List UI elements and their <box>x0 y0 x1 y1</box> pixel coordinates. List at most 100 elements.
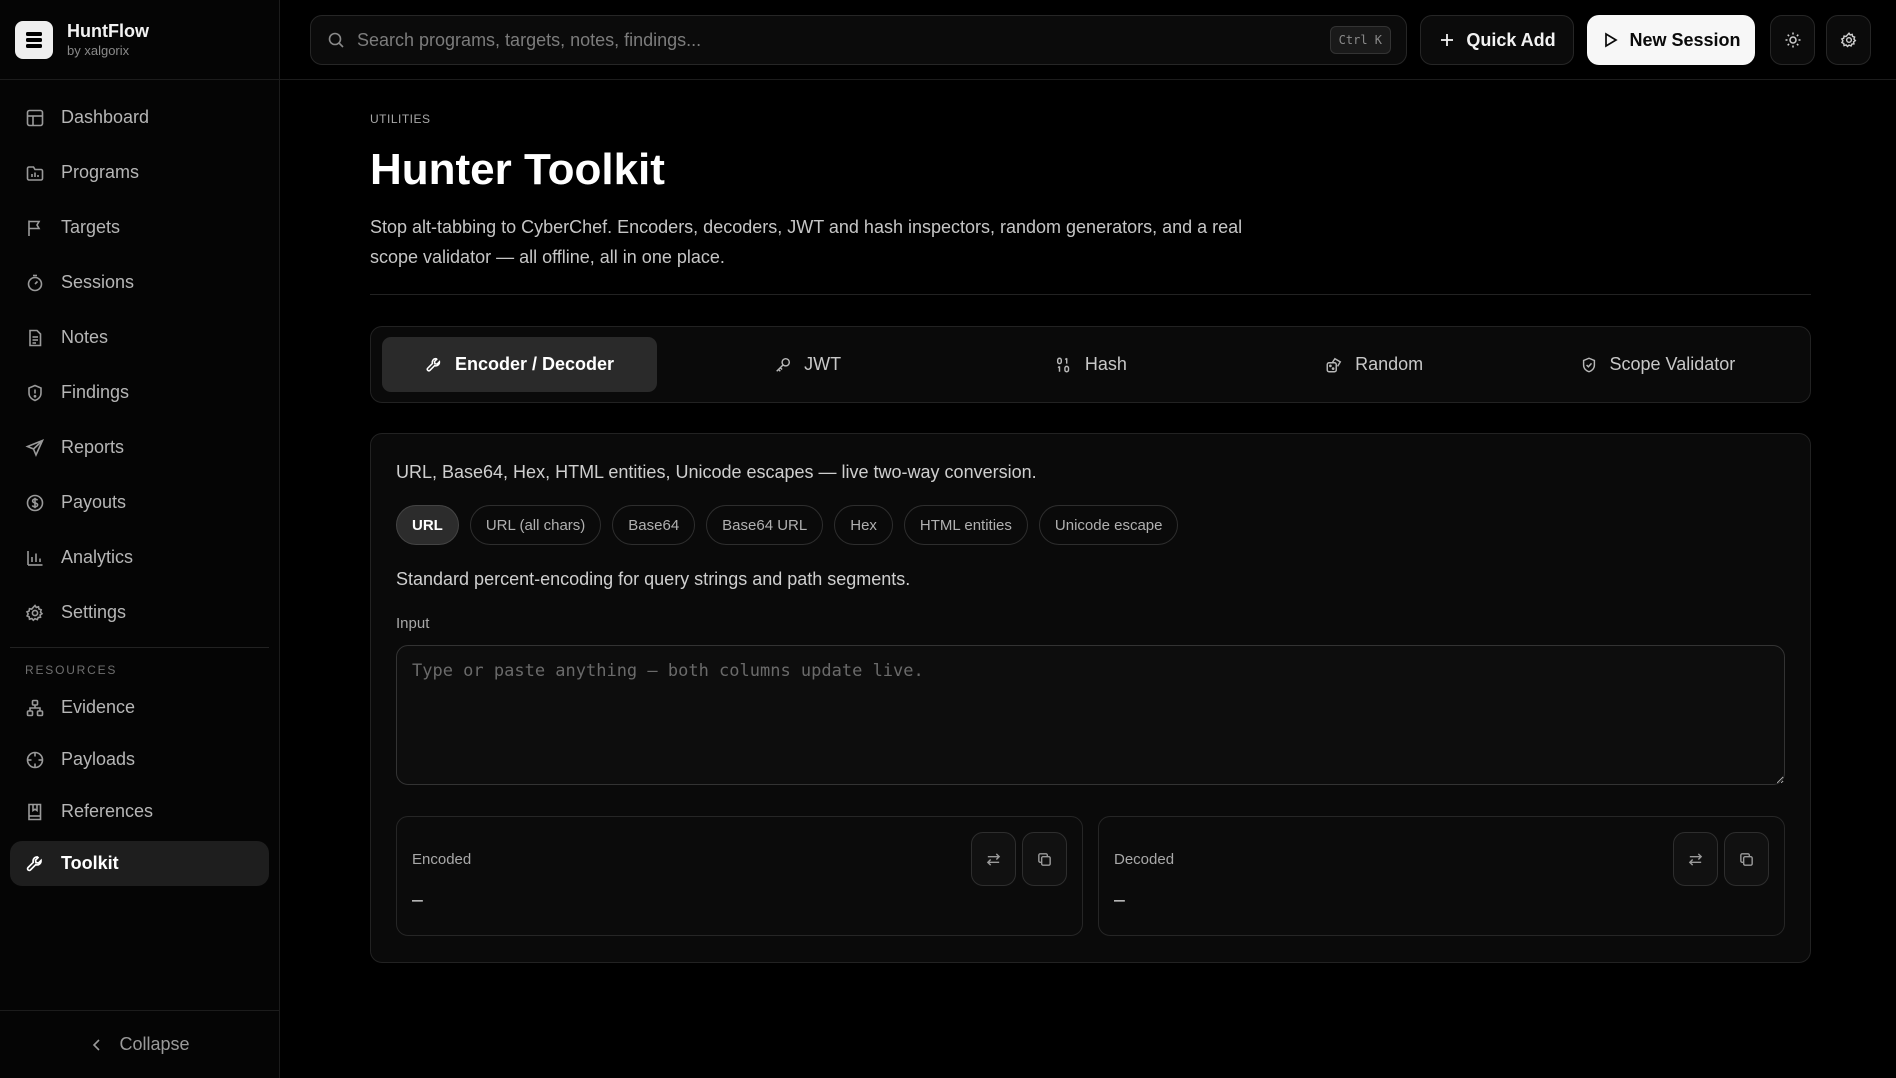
sidebar-item-references[interactable]: References <box>10 789 269 834</box>
sidebar: HuntFlow by xalgorix Dashboard Programs … <box>0 0 280 1078</box>
resources-heading: RESOURCES <box>25 663 118 677</box>
tab-label: Hash <box>1084 354 1127 374</box>
grid-icon <box>25 108 45 128</box>
decoded-actions <box>1673 832 1769 886</box>
sidebar-item-payloads[interactable]: Payloads <box>10 737 269 782</box>
sidebar-item-label: Analytics <box>61 547 134 567</box>
encoded-value[interactable]: – <box>412 890 1067 911</box>
sidebar-item-analytics[interactable]: Analytics <box>10 534 269 581</box>
mode-chip-url[interactable]: URL <box>396 505 459 545</box>
binary-icon <box>1055 356 1073 374</box>
sidebar-item-reports[interactable]: Reports <box>10 424 269 471</box>
encoded-actions <box>971 832 1067 886</box>
app-name: HuntFlow <box>67 20 149 41</box>
sidebar-item-label: Toolkit <box>61 853 119 873</box>
decoded-value[interactable]: – <box>1114 890 1769 911</box>
settings-button[interactable] <box>1826 15 1871 65</box>
search-input[interactable] <box>357 29 1330 51</box>
book-icon <box>25 802 45 822</box>
search-shortcut-badge: Ctrl K <box>1329 26 1391 54</box>
sidebar-item-label: Settings <box>61 602 127 622</box>
mode-description: Standard percent-encoding for query stri… <box>396 569 911 589</box>
swap-icon <box>985 851 1002 868</box>
tab-label: JWT <box>804 354 842 374</box>
dice-icon <box>1325 356 1343 374</box>
crosshair-icon <box>25 750 45 770</box>
encoded-output: Encoded – <box>396 816 1083 936</box>
sidebar-item-notes[interactable]: Notes <box>10 314 269 361</box>
mode-chip-hex[interactable]: Hex <box>834 505 893 545</box>
search-box[interactable]: Ctrl K <box>310 15 1407 65</box>
note-icon <box>25 328 45 348</box>
tab-encoder-decoder[interactable]: Encoder / Decoder <box>382 337 657 392</box>
plus-icon <box>1438 31 1456 49</box>
sidebar-item-toolkit[interactable]: Toolkit <box>10 841 269 886</box>
sun-icon <box>1784 31 1802 49</box>
sidebar-item-programs[interactable]: Programs <box>10 149 269 196</box>
output-columns: Encoded – Decoded – <box>396 816 1785 936</box>
tab-label: Encoder / Decoder <box>454 354 615 374</box>
key-icon <box>774 356 792 374</box>
sidebar-item-sessions[interactable]: Sessions <box>10 259 269 306</box>
timer-icon <box>25 273 45 293</box>
chevron-left-icon <box>89 1037 105 1053</box>
swap-encoded-button[interactable] <box>971 832 1016 886</box>
sidebar-item-findings[interactable]: Findings <box>10 369 269 416</box>
sidebar-item-label: Programs <box>61 162 140 182</box>
shield-alert-icon <box>25 383 45 403</box>
header-divider <box>370 294 1811 295</box>
play-icon <box>1601 31 1619 49</box>
new-session-button[interactable]: New Session <box>1587 15 1755 65</box>
tab-scope-validator[interactable]: Scope Validator <box>1516 337 1799 392</box>
mode-chip-base64-url[interactable]: Base64 URL <box>706 505 824 545</box>
tab-random[interactable]: Random <box>1233 337 1516 392</box>
tab-jwt[interactable]: JWT <box>666 337 949 392</box>
sidebar-item-settings[interactable]: Settings <box>10 589 269 636</box>
sidebar-item-label: Sessions <box>61 272 135 292</box>
gear-icon <box>25 603 45 623</box>
decoded-label: Decoded <box>1114 851 1175 868</box>
copy-decoded-button[interactable] <box>1724 832 1769 886</box>
sidebar-item-targets[interactable]: Targets <box>10 204 269 251</box>
resources-nav: Evidence Payloads References Toolkit <box>0 685 279 886</box>
encoder-subtitle: URL, Base64, Hex, HTML entities, Unicode… <box>396 462 1037 482</box>
gear-icon <box>1840 31 1858 49</box>
mode-chip-html-entities[interactable]: HTML entities <box>903 505 1028 545</box>
quick-add-button[interactable]: Quick Add <box>1420 15 1574 65</box>
brand[interactable]: HuntFlow by xalgorix <box>0 0 279 80</box>
sidebar-item-label: Targets <box>61 217 121 237</box>
tab-hash[interactable]: Hash <box>949 337 1232 392</box>
mode-chip-base64[interactable]: Base64 <box>612 505 696 545</box>
sidebar-item-label: Evidence <box>61 697 136 717</box>
copy-icon <box>1738 851 1755 868</box>
mode-chip-unicode-escape[interactable]: Unicode escape <box>1038 505 1179 545</box>
sidebar-item-label: References <box>61 801 154 821</box>
sidebar-item-label: Dashboard <box>61 107 150 127</box>
sidebar-item-payouts[interactable]: Payouts <box>10 479 269 526</box>
swap-decoded-button[interactable] <box>1673 832 1718 886</box>
sidebar-item-label: Findings <box>61 382 130 402</box>
copy-icon <box>1036 851 1053 868</box>
send-icon <box>25 438 45 458</box>
page-description: Stop alt-tabbing to CyberChef. Encoders,… <box>370 217 1243 267</box>
collapse-button[interactable]: Collapse <box>0 1010 279 1078</box>
theme-toggle-button[interactable] <box>1770 15 1815 65</box>
mode-chip-url-all-chars[interactable]: URL (all chars) <box>469 505 602 545</box>
app-byline: by xalgorix <box>67 42 130 58</box>
bar-chart-icon <box>25 548 45 568</box>
page-title: Hunter Toolkit <box>370 145 665 194</box>
folder-chart-icon <box>25 163 45 183</box>
decoded-output: Decoded – <box>1098 816 1785 936</box>
sidebar-item-label: Payouts <box>61 492 127 512</box>
sidebar-item-label: Notes <box>61 327 109 347</box>
search-icon <box>327 31 345 49</box>
sidebar-item-dashboard[interactable]: Dashboard <box>10 94 269 141</box>
copy-encoded-button[interactable] <box>1022 832 1067 886</box>
flag-icon <box>25 218 45 238</box>
sidebar-item-evidence[interactable]: Evidence <box>10 685 269 730</box>
input-label: Input <box>396 615 430 632</box>
encoded-label: Encoded <box>412 851 472 868</box>
sidebar-item-label: Payloads <box>61 749 136 769</box>
sidebar-item-label: Reports <box>61 437 125 457</box>
encoder-input[interactable] <box>396 645 1785 785</box>
